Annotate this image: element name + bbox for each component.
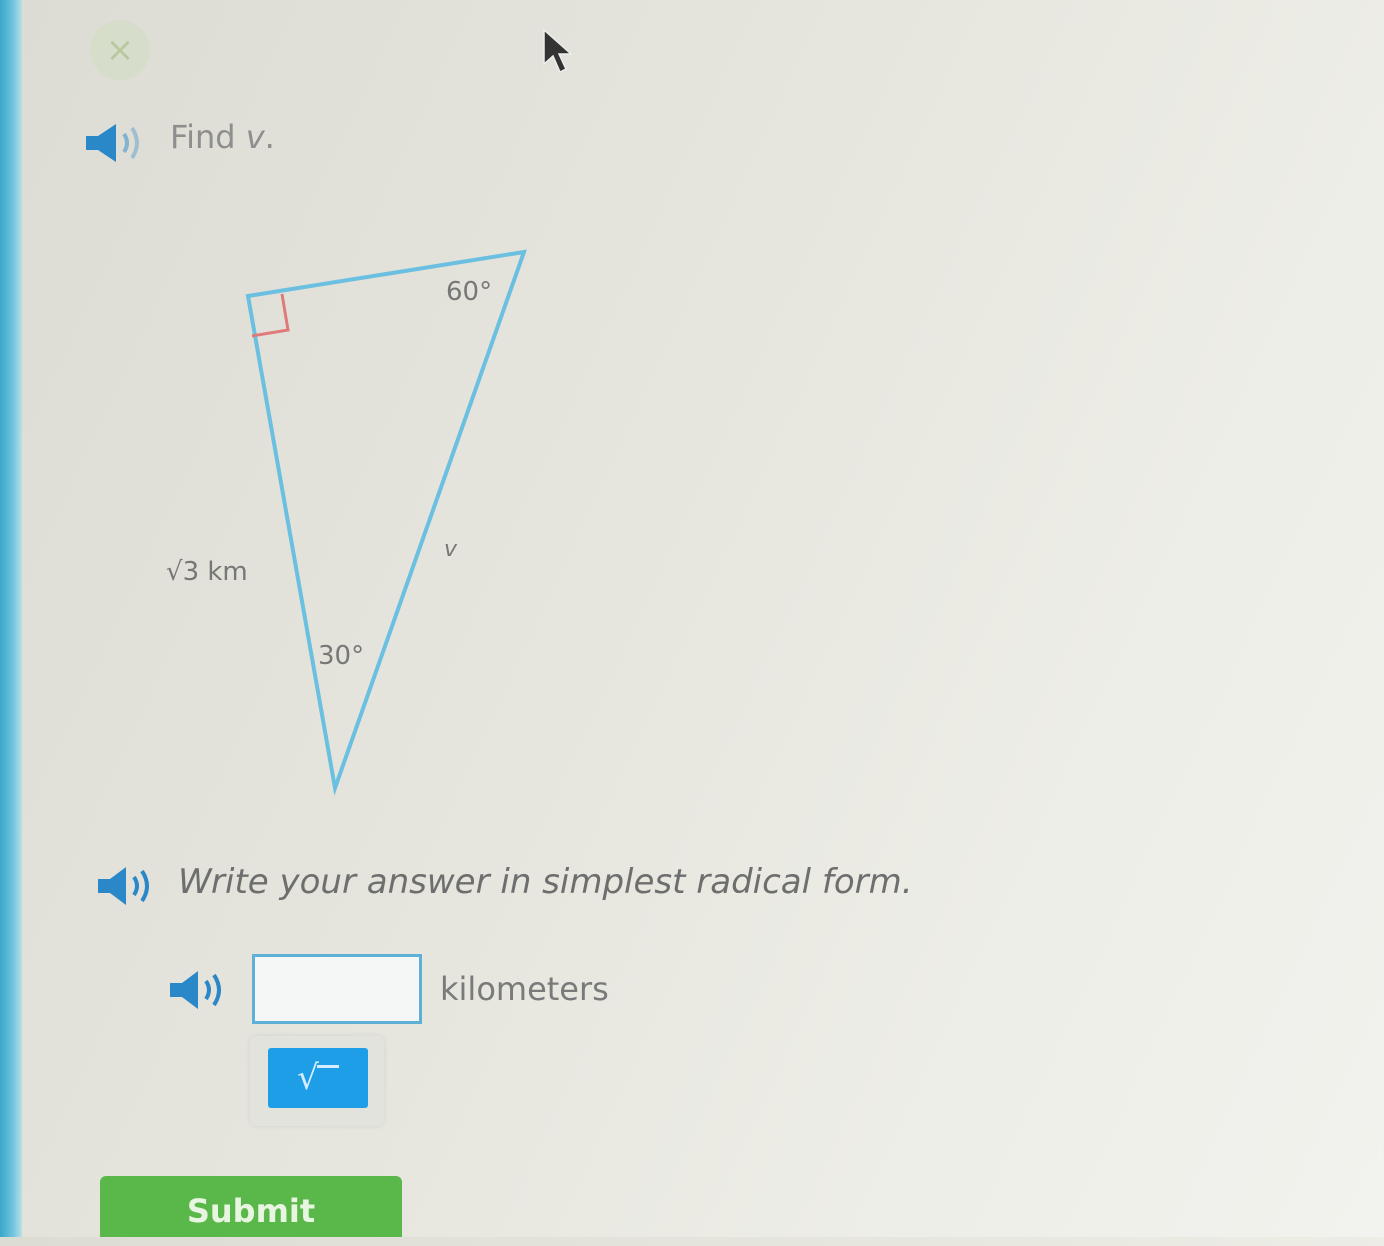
triangle-diagram: 60° 30° √3 km v: [166, 249, 528, 796]
radical-symbol: √: [297, 1058, 319, 1098]
answer-speaker-icon[interactable]: [168, 968, 230, 1012]
submit-button[interactable]: Submit: [100, 1176, 402, 1237]
triangle-shape: [245, 249, 528, 796]
math-toolbar: √: [250, 1036, 384, 1126]
answer-input[interactable]: [252, 954, 422, 1024]
radical-bar: [316, 1065, 339, 1094]
unit-label: kilometers: [440, 970, 609, 1008]
side-variable-label: v: [444, 537, 458, 562]
instruction-speaker-icon[interactable]: [96, 864, 158, 908]
side-length-label: √3 km: [166, 557, 248, 587]
instruction-text: Write your answer in simplest radical fo…: [178, 862, 913, 902]
top-angle-label: 60°: [446, 277, 492, 307]
bottom-angle-label: 30°: [318, 641, 364, 671]
square-root-button[interactable]: √: [268, 1048, 368, 1108]
right-angle-marker: [251, 293, 290, 338]
